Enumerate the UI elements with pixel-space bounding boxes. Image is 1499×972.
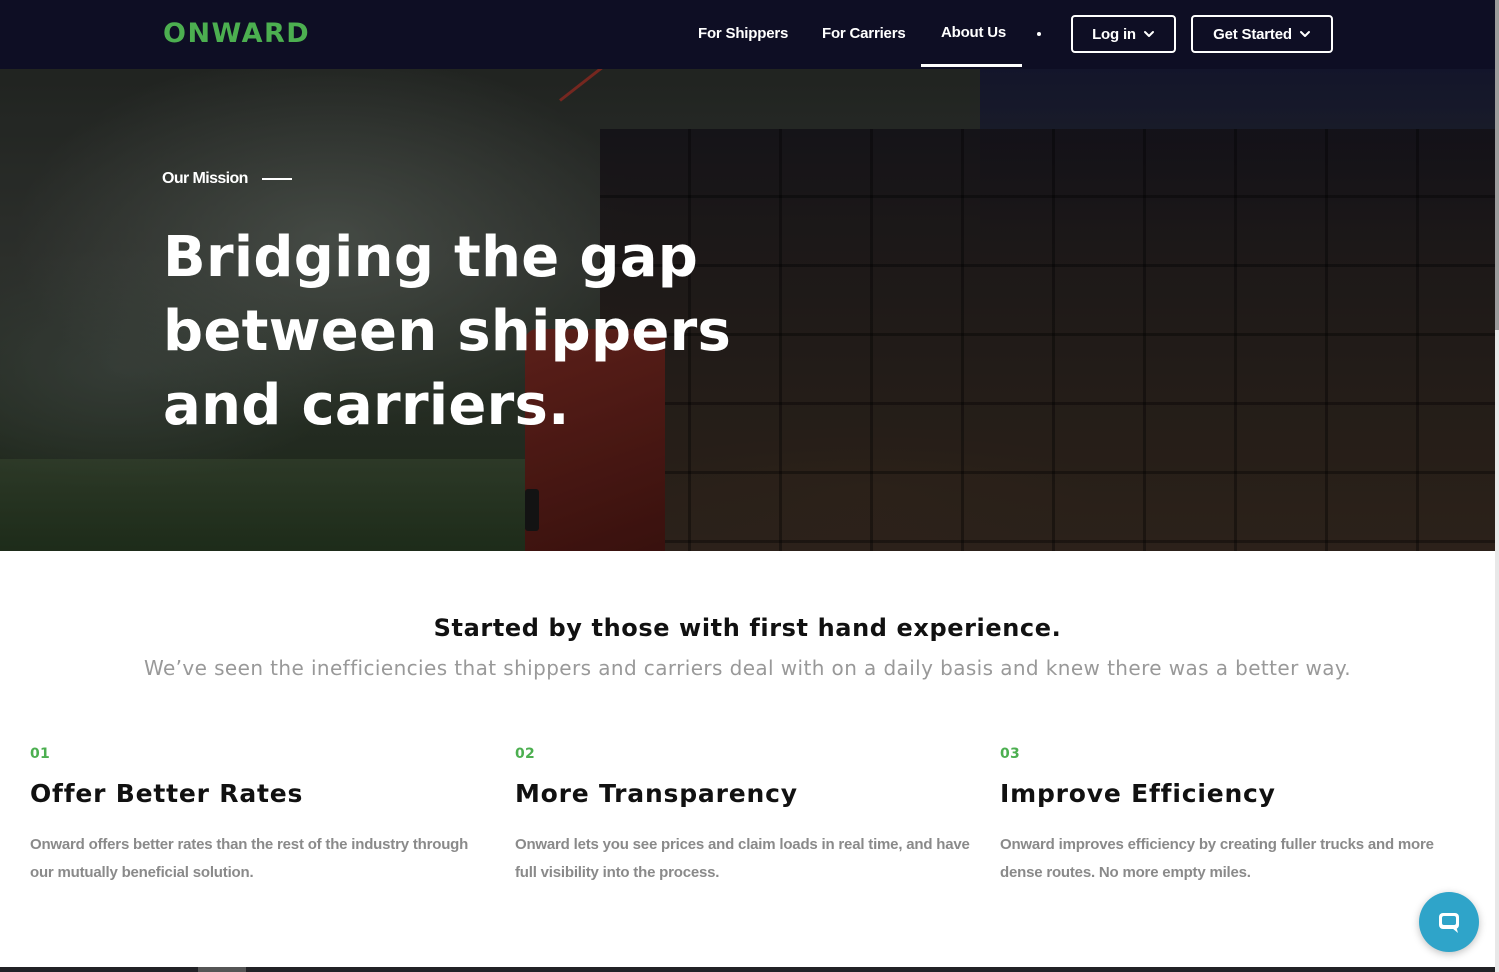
chat-launcher-button[interactable] bbox=[1419, 892, 1479, 952]
nav-link-for-carriers[interactable]: For Carriers bbox=[822, 23, 906, 45]
get-started-dropdown-button[interactable]: Get Started bbox=[1191, 15, 1333, 53]
feature-number: 01 bbox=[30, 746, 51, 762]
feature-card: 03 Improve Efficiency Onward improves ef… bbox=[1000, 744, 1465, 887]
hero-section: Our Mission Bridging the gap between shi… bbox=[0, 69, 1495, 551]
feature-number: 03 bbox=[1000, 746, 1021, 762]
nav-separator-dot bbox=[1037, 32, 1041, 36]
feature-description: Onward lets you see prices and claim loa… bbox=[515, 836, 970, 881]
top-navbar: ONWARD For Shippers For Carriers About U… bbox=[0, 0, 1495, 69]
onward-logo[interactable]: ONWARD bbox=[163, 17, 310, 51]
feature-description: Onward offers better rates than the rest… bbox=[30, 836, 469, 881]
chevron-down-icon bbox=[1143, 31, 1154, 37]
intro-subtitle: We’ve seen the inefficiencies that shipp… bbox=[143, 656, 1352, 680]
chat-bubble-icon bbox=[1439, 913, 1459, 933]
chevron-down-icon bbox=[1299, 31, 1310, 37]
feature-title: Offer Better Rates bbox=[30, 779, 304, 808]
feature-number: 02 bbox=[515, 746, 536, 762]
nav-link-for-shippers[interactable]: For Shippers bbox=[698, 23, 788, 45]
feature-description: Onward improves efficiency by creating f… bbox=[1000, 836, 1434, 881]
login-dropdown-button[interactable]: Log in bbox=[1071, 15, 1176, 53]
get-started-button-label: Get Started bbox=[1213, 25, 1292, 43]
intro-title: Started by those with first hand experie… bbox=[433, 614, 1062, 642]
feature-title: Improve Efficiency bbox=[1000, 779, 1276, 808]
hero-eyebrow: Our Mission bbox=[162, 170, 248, 187]
vertical-scrollbar-thumb[interactable] bbox=[1495, 0, 1499, 330]
nav-link-about-us[interactable]: About Us bbox=[941, 22, 1006, 44]
active-nav-indicator bbox=[921, 64, 1022, 67]
feature-card: 01 Offer Better Rates Onward offers bett… bbox=[30, 744, 495, 887]
feature-card: 02 More Transparency Onward lets you see… bbox=[515, 744, 980, 887]
hero-title: Bridging the gap between shippers and ca… bbox=[163, 225, 732, 438]
hero-eyebrow-divider bbox=[262, 178, 292, 180]
login-button-label: Log in bbox=[1092, 25, 1136, 43]
feature-title: More Transparency bbox=[515, 779, 798, 808]
horizontal-scrollbar-thumb[interactable] bbox=[198, 967, 246, 972]
